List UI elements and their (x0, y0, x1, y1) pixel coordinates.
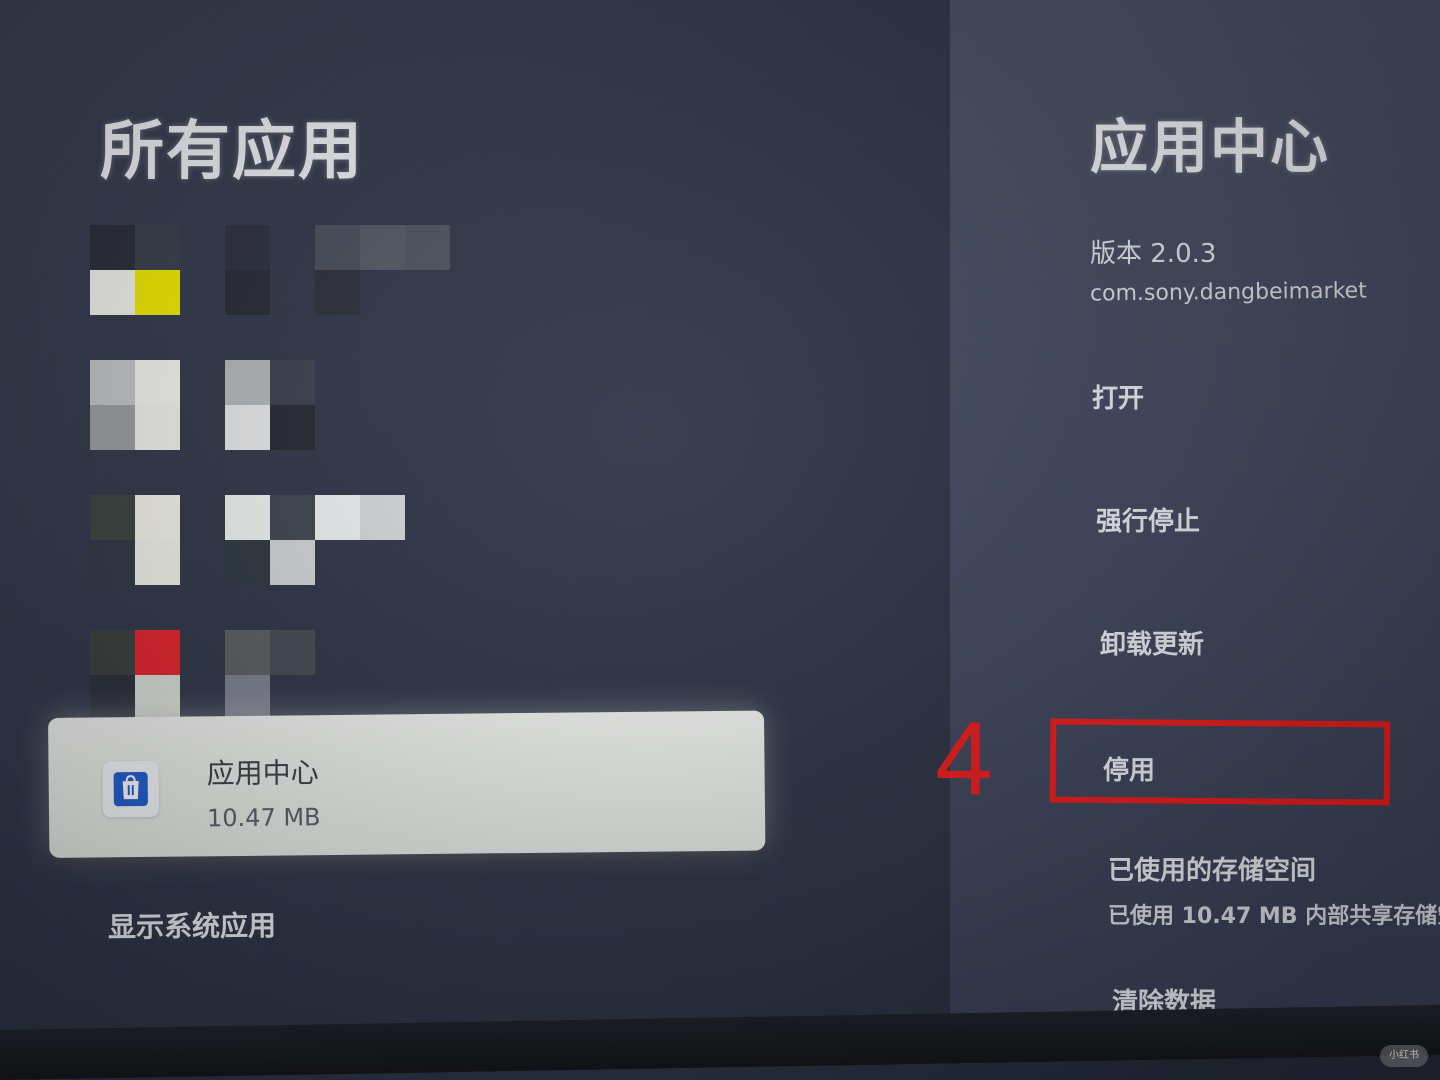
pixel-block (90, 540, 135, 585)
pixel-block (135, 495, 180, 540)
open-button[interactable]: 打开 (1092, 378, 1144, 415)
pixel-block (225, 630, 270, 675)
pixel-block (90, 270, 135, 315)
list-item-blurred-2[interactable] (90, 360, 550, 450)
pixel-block (360, 495, 405, 540)
pixel-block (315, 495, 360, 540)
pixel-block (270, 630, 315, 675)
pixel-block (225, 540, 270, 585)
pixel-block (225, 225, 270, 270)
list-item-blurred-1[interactable] (90, 225, 550, 315)
app-center-icon (102, 760, 160, 818)
pixel-block (270, 540, 315, 585)
pixel-block (135, 630, 180, 675)
pixel-block (405, 225, 450, 270)
pixel-block (90, 405, 135, 450)
pixel-block (90, 225, 135, 270)
pixel-block (90, 630, 135, 675)
pixel-block (270, 405, 315, 450)
selected-app-size: 10.47 MB (206, 803, 321, 833)
app-list-panel: 所有应用 应用中心 10.47 MB 显示系统应用 (0, 0, 950, 1040)
pixel-block (135, 270, 180, 315)
storage-used-title[interactable]: 已使用的存储空间 (1108, 850, 1316, 887)
pixel-block (135, 405, 180, 450)
pixel-block (90, 360, 135, 405)
pixel-block (225, 270, 270, 315)
show-system-apps-button[interactable]: 显示系统应用 (108, 904, 276, 946)
pixel-block (315, 270, 360, 315)
uninstall-updates-button[interactable]: 卸载更新 (1100, 624, 1204, 661)
pixel-block (315, 225, 360, 270)
pixel-block (90, 675, 135, 720)
pixel-block (225, 360, 270, 405)
app-detail-panel: 应用中心 版本 2.0.3 com.sony.dangbeimarket 打开 … (935, 0, 1440, 1040)
app-package-name: com.sony.dangbeimarket (1089, 278, 1367, 307)
page-title: 所有应用 (100, 115, 364, 189)
pixel-block (135, 360, 180, 405)
selected-app-name: 应用中心 (206, 756, 319, 791)
pixel-block (135, 225, 180, 270)
pixel-block (135, 675, 180, 720)
detail-title: 应用中心 (1090, 113, 1331, 181)
app-version: 版本 2.0.3 (1090, 239, 1217, 269)
pixel-block (270, 360, 315, 405)
watermark-badge: 小红书 (1380, 1045, 1428, 1067)
pixel-block (135, 540, 180, 585)
pixel-block (90, 495, 135, 540)
pixel-block (360, 225, 405, 270)
tv-screen: 所有应用 应用中心 10.47 MB 显示系统应用 应用中心 版本 2.0.3 … (0, 0, 1440, 1080)
selected-app-card[interactable]: 应用中心 10.47 MB (48, 710, 766, 858)
list-item-blurred-3[interactable] (90, 495, 550, 585)
storage-used-detail: 已使用 10.47 MB 内部共享存储空 (1108, 904, 1440, 929)
pixel-block (270, 495, 315, 540)
force-stop-button[interactable]: 强行停止 (1096, 501, 1200, 538)
highlight-annotation-box (1049, 718, 1391, 806)
pixel-block (225, 405, 270, 450)
pixel-block (225, 495, 270, 540)
list-item-blurred-4[interactable] (90, 630, 550, 720)
pixel-block (225, 675, 270, 720)
step-number-annotation: 4 (935, 701, 993, 817)
